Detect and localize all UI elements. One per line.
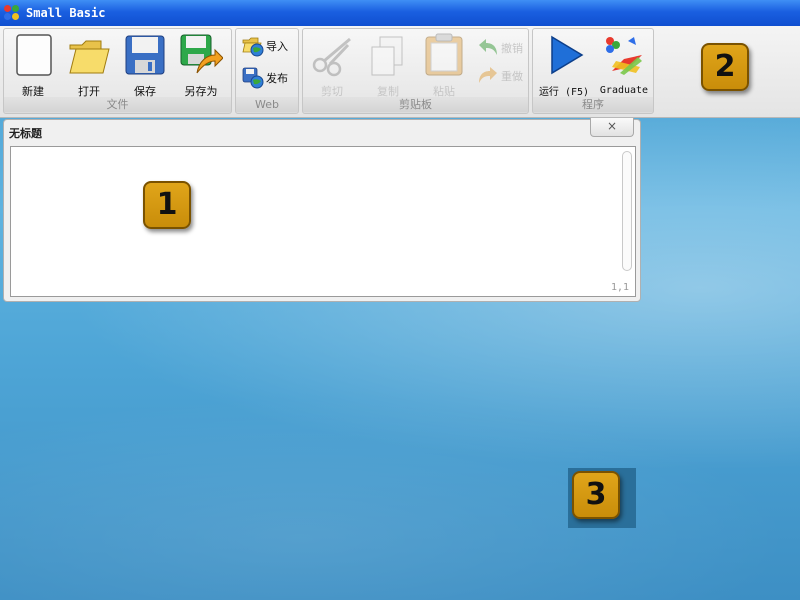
window-title: Small Basic	[26, 6, 105, 20]
import-button-label: 导入	[266, 38, 288, 54]
undo-arrow-icon	[477, 37, 499, 59]
title-bar: Small Basic	[0, 0, 800, 26]
close-icon: ×	[607, 119, 617, 133]
publish-globe-icon	[242, 67, 264, 89]
callout-badge-3: 3	[572, 471, 620, 519]
graduate-button-label: Graduate	[600, 85, 648, 96]
program-group: 运行 (F5) Graduate 程序	[532, 28, 654, 114]
new-document-icon	[11, 33, 55, 77]
ribbon-toolbar: 新建 打开 保存	[0, 26, 800, 118]
new-button[interactable]: 新建	[6, 33, 60, 97]
publish-button[interactable]: 发布	[242, 67, 288, 89]
run-button[interactable]: 运行 (F5)	[535, 33, 593, 97]
floppy-disk-icon	[123, 33, 167, 77]
import-globe-icon	[242, 35, 264, 57]
undo-button-label: 撤销	[501, 40, 523, 56]
callout-badge-2: 2	[701, 43, 749, 91]
editor-title: 无标题	[9, 125, 42, 141]
scissors-icon	[310, 33, 354, 77]
callout-badge-3-backdrop: 3	[568, 468, 636, 528]
publish-button-label: 发布	[266, 70, 288, 86]
editor-window: 无标题 × 1,1	[3, 119, 641, 302]
save-button[interactable]: 保存	[118, 33, 172, 97]
save-as-button[interactable]: 另存为	[174, 33, 228, 97]
copy-button[interactable]: 复制	[361, 33, 415, 97]
graduate-icon	[602, 33, 646, 77]
cut-button[interactable]: 剪切	[305, 33, 359, 97]
undo-button[interactable]: 撤销	[477, 37, 523, 59]
graduate-button[interactable]: Graduate	[595, 33, 653, 97]
vertical-scrollbar[interactable]	[622, 151, 632, 271]
clipboard-paste-icon	[422, 33, 466, 77]
save-as-icon	[179, 33, 223, 77]
clipboard-group: 剪切 复制 粘贴	[302, 28, 529, 114]
small-basic-app-icon	[4, 5, 20, 21]
redo-arrow-icon	[477, 65, 499, 87]
callout-badge-1: 1	[143, 181, 191, 229]
redo-button-label: 重做	[501, 68, 523, 84]
web-group: 导入 发布 Web	[235, 28, 299, 114]
file-group: 新建 打开 保存	[3, 28, 232, 114]
open-folder-icon	[67, 33, 111, 77]
program-group-label: 程序	[533, 97, 653, 112]
cursor-position: 1,1	[611, 282, 629, 293]
code-text-area[interactable]: 1,1	[10, 146, 636, 297]
paste-button[interactable]: 粘贴	[417, 33, 471, 97]
web-group-label: Web	[236, 97, 298, 112]
clipboard-group-label: 剪贴板	[303, 97, 528, 112]
file-group-label: 文件	[4, 97, 231, 112]
copy-icon	[366, 33, 410, 77]
import-button[interactable]: 导入	[242, 35, 288, 57]
open-button[interactable]: 打开	[62, 33, 116, 97]
redo-button[interactable]: 重做	[477, 65, 523, 87]
run-play-icon	[542, 33, 586, 77]
editor-close-button[interactable]: ×	[590, 118, 634, 137]
